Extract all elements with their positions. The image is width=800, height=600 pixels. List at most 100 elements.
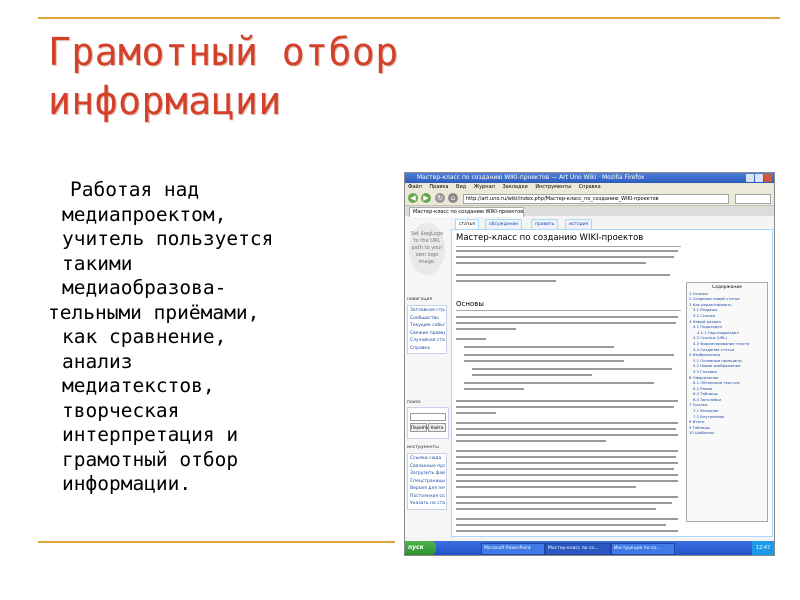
text-line [464,388,524,390]
text-line [456,456,676,458]
bottom-divider-line [38,541,395,543]
slide-body-text: Работая над медиапроектом, учитель польз… [48,178,392,497]
body-line: творческая [62,398,180,422]
window-titlebar: Мастер-класс по созданию WIKI-проектов —… [405,173,774,183]
text-line [472,368,672,370]
text-line [456,316,678,318]
text-line [456,480,678,482]
text-line [464,360,624,362]
menu-help[interactable]: Справка [579,184,601,190]
sidebar-nav-link[interactable]: Сообщество [410,315,445,323]
menu-view[interactable]: Вид [456,184,466,190]
menu-history[interactable]: Журнал [474,184,495,190]
text-line [456,518,678,520]
logo-text-line: Set $wgLogo [410,231,444,237]
browser-tab[interactable]: Мастер-класс по созданию WIKI-проектов [409,207,524,217]
text-line [464,346,614,348]
address-bar[interactable]: http://art.uno.ru/wiki/index.php/Мастер-… [463,194,729,204]
sidebar-tools-list: Ссылки сюда Связанные правки Загрузить ф… [407,453,447,510]
logo-text-line: path to your [411,245,443,251]
text-line [456,502,672,504]
maximize-icon[interactable] [755,174,763,182]
slide-title-line-1: Грамотный отбор [48,30,399,74]
body-line: Работая над [70,178,200,201]
taskbar-item[interactable]: Инструкция по со... [611,543,675,555]
menu-edit[interactable]: Правка [429,184,448,190]
body-line: такими [62,251,133,275]
logo-text-line: own logo [415,252,439,258]
article-content: Мастер-класс по созданию WIKI-проектов О… [451,229,773,537]
body-line: медиапроектом, [62,202,227,226]
text-line [456,486,636,488]
body-line: информации. [62,472,192,495]
body-line: учитель пользуется [62,227,274,250]
sidebar-tool-link[interactable]: Загрузить файл [410,470,445,478]
menu-bar: Файл Правка Вид Журнал Закладки Инструме… [405,183,774,191]
sidebar-nav-link[interactable]: Текущие события [410,322,445,330]
text-line [456,508,656,510]
close-icon[interactable] [764,174,772,182]
text-line [456,462,678,464]
article-text-lines [456,250,678,532]
forward-arrow-icon[interactable]: ▶ [421,193,431,203]
text-line [456,440,606,442]
sidebar-nav-link[interactable]: Заглавная страница [410,307,445,315]
sidebar-nav-list: Заглавная страница Сообщество Текущие со… [407,305,447,354]
text-line [456,496,678,498]
menu-bookmarks[interactable]: Закладки [502,184,527,190]
home-icon[interactable]: ⌂ [448,193,458,203]
sidebar-tool-link[interactable]: Связанные правки [410,463,445,471]
text-line [456,250,678,252]
sidebar-tools-heading: инструменты [407,445,439,450]
start-button[interactable]: пуск [405,541,436,555]
body-line: медиаобразова- [62,276,227,299]
text-line [456,412,496,414]
navigation-toolbar: ◀ ▶ ↻ ⌂ http://art.uno.ru/wiki/index.php… [405,191,774,206]
wiki-sidebar: Set $wgLogo to the URL path to your own … [405,217,449,537]
sidebar-tool-link[interactable]: Версия для печати [410,485,445,493]
sidebar-tool-link[interactable]: Спецстраницы [410,478,445,486]
text-line [456,428,676,430]
text-line [464,382,654,384]
text-line [456,434,678,436]
text-line [456,530,678,532]
toc-item[interactable]: 10 Шаблоны [689,430,765,436]
text-line [456,322,676,324]
taskbar-item[interactable]: Microsoft PowerPoint [481,543,545,555]
sidebar-nav-link[interactable]: Справка [410,345,445,353]
search-button[interactable]: Найти [428,423,446,432]
body-line: как сравнение, [62,325,227,348]
table-of-contents: Содержание 1 Основы 2 Создание новой ста… [686,282,768,522]
browser-screenshot: Мастер-класс по созданию WIKI-проектов —… [404,172,775,556]
taskbar-clock: 12:47 [752,541,774,555]
text-line [456,406,674,408]
go-button[interactable]: Перейти [410,423,429,432]
text-line [456,328,516,330]
sidebar-nav-link[interactable]: Свежие правки [410,330,445,338]
slide-title: Грамотный отбор информации [48,28,468,126]
top-divider-line [38,17,780,19]
reload-icon[interactable]: ↻ [435,193,445,203]
text-line [456,274,670,276]
taskbar-item[interactable]: Мастер-класс по со... [545,543,611,555]
sidebar-tool-link[interactable]: Указать на статью [410,500,445,508]
browser-search-box[interactable] [735,194,771,204]
text-line [456,262,646,264]
window-controls [746,174,772,182]
wiki-logo-placeholder[interactable]: Set $wgLogo to the URL path to your own … [409,223,445,275]
sidebar-tool-link[interactable]: Постоянная ссылка [410,493,445,501]
text-line [456,400,678,402]
menu-tools[interactable]: Инструменты [535,184,571,190]
sidebar-search-heading: поиск [407,400,421,405]
sidebar-search-box: Перейти Найти [407,407,449,439]
sidebar-tool-link[interactable]: Ссылки сюда [410,455,445,463]
text-line [456,450,678,452]
text-line [472,374,592,376]
wiki-search-input[interactable] [410,413,446,421]
menu-file[interactable]: Файл [408,184,422,190]
back-arrow-icon[interactable]: ◀ [408,193,418,203]
slide-title-line-2: информации [48,79,282,123]
sidebar-nav-link[interactable]: Случайная статья [410,337,445,345]
text-line [456,338,486,340]
minimize-icon[interactable] [746,174,754,182]
